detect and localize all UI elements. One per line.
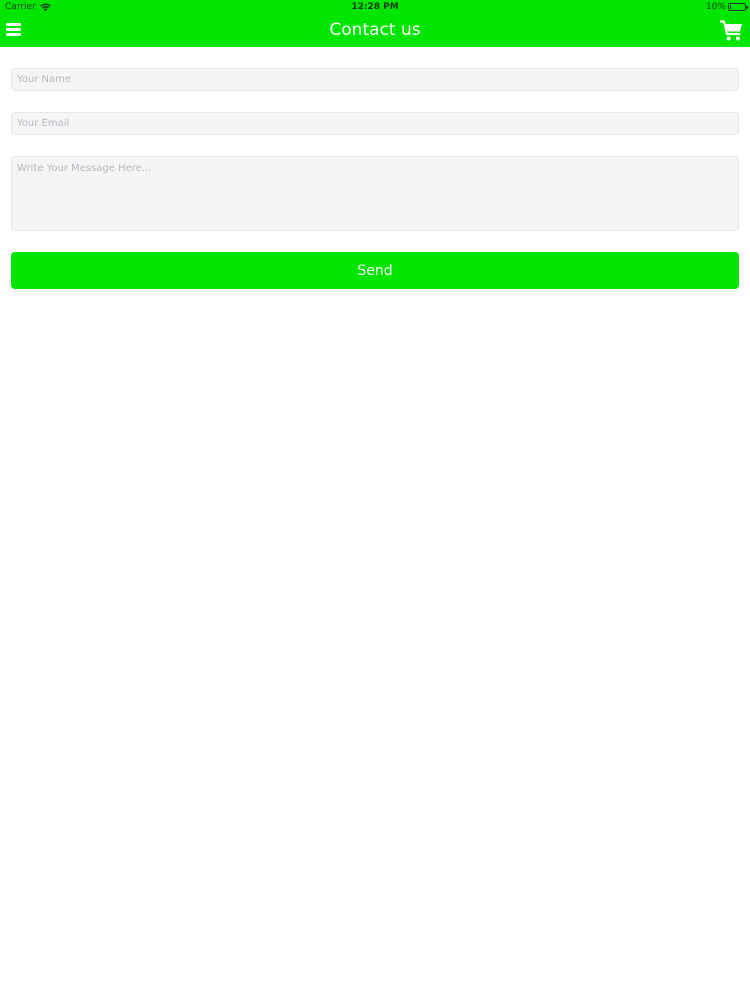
status-bar: Carrier 12:28 PM 10% — [0, 0, 750, 14]
cart-icon[interactable] — [719, 20, 743, 42]
nav-bar: Contact us — [0, 14, 750, 47]
status-time: 12:28 PM — [351, 2, 399, 12]
name-field[interactable] — [11, 68, 739, 91]
battery-icon — [728, 3, 748, 11]
page-title: Contact us — [329, 20, 421, 40]
send-button[interactable]: Send — [11, 252, 739, 289]
battery-percent: 10% — [705, 2, 726, 12]
battery-fill — [730, 5, 731, 9]
message-field[interactable] — [11, 156, 739, 231]
email-field[interactable] — [11, 112, 739, 135]
status-right: 10% — [705, 0, 748, 14]
contact-screen: Carrier 12:28 PM 10% Contact us Your Nam… — [0, 0, 750, 1000]
